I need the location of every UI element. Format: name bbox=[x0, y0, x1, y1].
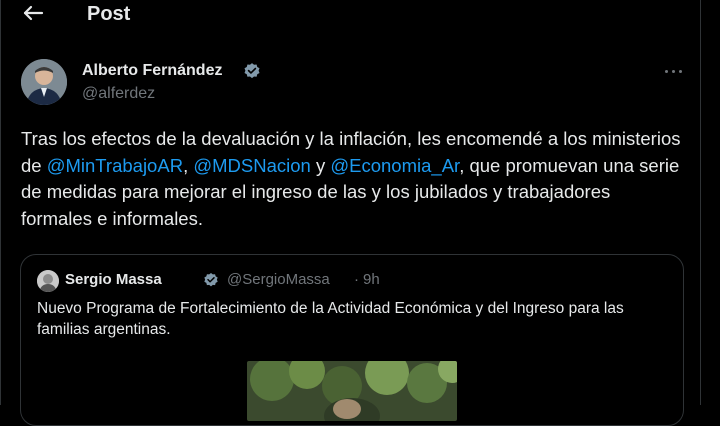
timeline-border-right bbox=[700, 0, 701, 405]
mention-economia-ar[interactable]: @Economia_Ar bbox=[330, 155, 459, 176]
back-button[interactable] bbox=[18, 0, 48, 28]
quoted-post-time: 9h bbox=[363, 271, 380, 288]
separator-dot: · bbox=[354, 271, 359, 288]
verified-badge-icon bbox=[244, 63, 260, 79]
author-name[interactable]: Alberto Fernández bbox=[82, 60, 222, 82]
quoted-post-image[interactable] bbox=[247, 361, 457, 421]
author-handle[interactable]: @alferdez bbox=[82, 83, 155, 105]
media-photo bbox=[247, 361, 457, 421]
author-avatar[interactable] bbox=[21, 59, 67, 105]
verified-badge-icon bbox=[204, 273, 218, 287]
quoted-avatar-image bbox=[37, 270, 59, 292]
page-title: Post bbox=[87, 3, 131, 25]
tweet-text: Tras los efectos de la devaluación y la … bbox=[21, 126, 686, 232]
quoted-author-handle: @SergioMassa bbox=[227, 271, 330, 288]
quoted-author-name: Sergio Massa bbox=[65, 271, 162, 288]
post-header: Post bbox=[0, 0, 700, 28]
more-dots-icon bbox=[665, 70, 668, 73]
tweet-separator: y bbox=[310, 154, 331, 176]
mention-mintrabajoar[interactable]: @MinTrabajoAR bbox=[47, 155, 183, 176]
avatar-image bbox=[21, 59, 67, 105]
timeline-border-left bbox=[0, 0, 1, 405]
quoted-post-text: Nuevo Programa de Fortalecimiento de la … bbox=[37, 300, 624, 338]
quoted-author-avatar bbox=[37, 270, 59, 292]
more-options-button[interactable] bbox=[660, 60, 688, 82]
mention-mdsnacion[interactable]: @MDSNacion bbox=[193, 155, 310, 176]
tweet-separator: , bbox=[183, 154, 194, 176]
quoted-post-card[interactable]: Sergio Massa @SergioMassa · 9h Nuevo Pro… bbox=[20, 254, 684, 426]
arrow-left-icon bbox=[23, 5, 44, 21]
